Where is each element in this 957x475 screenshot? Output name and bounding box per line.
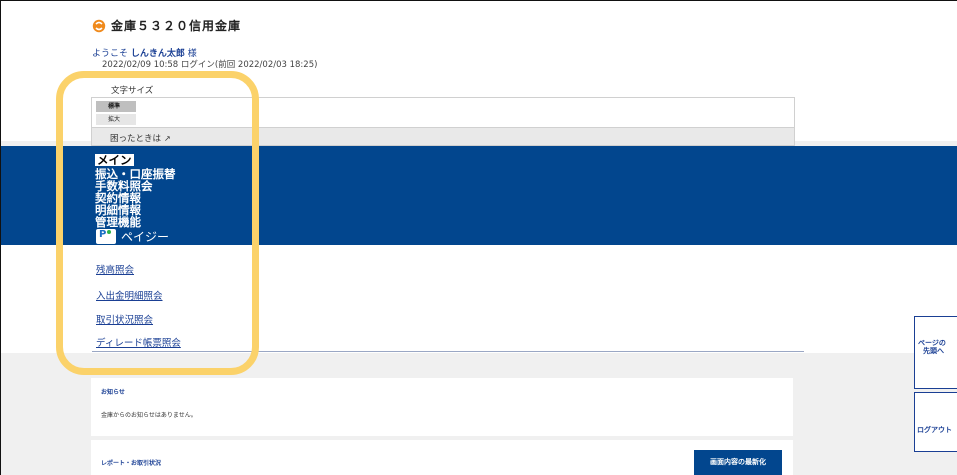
global-nav: メイン 振込・口座振替 手数料照会 契約情報 明細情報 管理機能 P ペイジー bbox=[1, 146, 957, 245]
submenu-delayed-reports[interactable]: ディレード帳票照会 bbox=[96, 335, 181, 349]
notices-title: お知らせ bbox=[101, 389, 125, 396]
nav-item-admin[interactable]: 管理機能 bbox=[95, 216, 176, 228]
font-size-large-button[interactable]: 拡大 bbox=[96, 114, 136, 125]
report-panel: レポート・お取引状況 画面内容の最新化 bbox=[91, 440, 793, 475]
help-link[interactable]: 困ったときは ↗ bbox=[110, 132, 171, 145]
bank-name: 金庫５３２０信用金庫 bbox=[111, 19, 242, 33]
notices-panel: お知らせ 金庫からのお知らせはありません。 bbox=[91, 378, 793, 436]
sub-menu: 残高照会 入出金明細照会 取引状況照会 ディレード帳票照会 bbox=[1, 245, 957, 353]
submenu-balance-inquiry[interactable]: 残高照会 bbox=[96, 262, 134, 276]
font-size-selector: 標準 拡大 bbox=[91, 97, 795, 128]
payeasy-icon: P bbox=[96, 229, 116, 244]
help-label: 困ったときは bbox=[110, 134, 162, 144]
font-size-standard-button[interactable]: 標準 bbox=[96, 101, 136, 112]
help-bar: 困ったときは ↗ bbox=[91, 127, 795, 146]
nav-list: メイン 振込・口座振替 手数料照会 契約情報 明細情報 管理機能 bbox=[95, 149, 176, 228]
bank-logo-icon bbox=[92, 19, 106, 32]
logout-button[interactable]: ログアウト bbox=[914, 392, 957, 452]
report-title: レポート・お取引状況 bbox=[101, 460, 162, 467]
nav-item-main[interactable]: メイン bbox=[95, 154, 134, 166]
page-top-button[interactable]: ページの 先頭へ bbox=[914, 316, 957, 389]
login-info: 2022/02/09 10:58 ログイン(前回 2022/02/03 18:2… bbox=[102, 60, 318, 70]
page-top-label-line2: 先頭へ bbox=[923, 347, 944, 355]
refresh-button[interactable]: 画面内容の最新化 bbox=[694, 450, 782, 475]
payeasy-label: ペイジー bbox=[121, 230, 170, 244]
submenu-transaction-status[interactable]: 取引状況照会 bbox=[96, 312, 153, 326]
external-link-icon: ↗ bbox=[164, 133, 171, 143]
font-size-label: 文字サイズ bbox=[111, 86, 154, 96]
nav-item-payeasy[interactable]: P ペイジー bbox=[96, 228, 169, 245]
notices-body: 金庫からのお知らせはありません。 bbox=[101, 412, 197, 419]
submenu-transaction-details[interactable]: 入出金明細照会 bbox=[96, 288, 163, 302]
bank-brand[interactable]: 金庫５３２０信用金庫 bbox=[92, 17, 241, 34]
submenu-divider bbox=[92, 351, 804, 352]
page-top-label-line1: ページの bbox=[918, 339, 946, 347]
